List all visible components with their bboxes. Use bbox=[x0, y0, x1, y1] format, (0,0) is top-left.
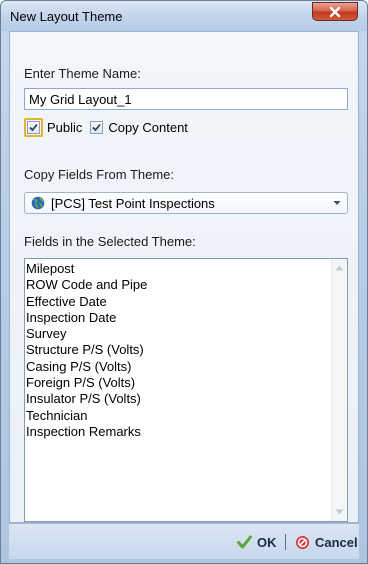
theme-name-input[interactable] bbox=[24, 88, 348, 110]
window-title: New Layout Theme bbox=[10, 9, 123, 24]
globe-icon bbox=[31, 196, 45, 210]
fields-listbox[interactable]: Milepost ROW Code and Pipe Effective Date I… bbox=[24, 258, 348, 522]
theme-name-label: Enter Theme Name: bbox=[24, 66, 141, 81]
list-item[interactable]: ROW Code and Pipe bbox=[25, 277, 147, 293]
close-button[interactable] bbox=[312, 2, 358, 21]
list-item[interactable]: Inspection Remarks bbox=[25, 424, 147, 440]
list-item[interactable]: Foreign P/S (Volts) bbox=[25, 375, 147, 391]
public-label[interactable]: Public bbox=[47, 120, 82, 135]
ok-button[interactable]: OK bbox=[237, 532, 277, 552]
list-item[interactable]: Casing P/S (Volts) bbox=[25, 359, 147, 375]
options-row: Public Copy Content bbox=[24, 117, 188, 137]
selected-theme: [PCS] Test Point Inspections bbox=[51, 195, 215, 211]
checkmark-icon bbox=[237, 535, 252, 549]
scroll-down-icon[interactable] bbox=[335, 509, 344, 515]
checkmark-icon bbox=[29, 123, 38, 131]
vertical-scrollbar[interactable] bbox=[331, 259, 347, 521]
dialog-footer: OK Cancel bbox=[9, 523, 359, 559]
copy-content-label[interactable]: Copy Content bbox=[108, 120, 188, 135]
cancel-label: Cancel bbox=[315, 534, 358, 550]
copy-fields-label: Copy Fields From Theme: bbox=[24, 167, 175, 182]
list-item[interactable]: Technician bbox=[25, 408, 147, 424]
fields-list: Milepost ROW Code and Pipe Effective Date I… bbox=[25, 261, 147, 440]
list-item[interactable]: Survey bbox=[25, 326, 147, 342]
list-item[interactable]: Structure P/S (Volts) bbox=[25, 342, 147, 358]
list-item[interactable]: Inspection Date bbox=[25, 310, 147, 326]
dialog-body: Enter Theme Name: Public Copy Content Co… bbox=[9, 31, 359, 523]
chevron-down-icon[interactable] bbox=[333, 200, 341, 206]
new-layout-theme-dialog: New Layout Theme Enter Theme Name: Publi… bbox=[0, 0, 368, 564]
footer-separator bbox=[285, 534, 286, 550]
cancel-icon bbox=[295, 535, 310, 550]
fields-list-label: Fields in the Selected Theme: bbox=[24, 234, 196, 249]
list-item[interactable]: Insulator P/S (Volts) bbox=[25, 391, 147, 407]
ok-label: OK bbox=[257, 534, 277, 550]
title-bar[interactable]: New Layout Theme bbox=[1, 1, 367, 31]
checkmark-icon bbox=[92, 123, 102, 131]
list-item[interactable]: Milepost bbox=[25, 261, 147, 277]
copy-fields-dropdown[interactable]: [PCS] Test Point Inspections bbox=[24, 192, 348, 214]
close-icon bbox=[329, 6, 341, 17]
public-checkbox[interactable] bbox=[27, 120, 40, 134]
cancel-button[interactable]: Cancel bbox=[295, 532, 358, 552]
copy-content-checkbox[interactable] bbox=[90, 120, 104, 134]
scroll-up-icon[interactable] bbox=[335, 265, 344, 271]
public-checkbox-focus bbox=[24, 117, 43, 137]
list-item[interactable]: Effective Date bbox=[25, 294, 147, 310]
